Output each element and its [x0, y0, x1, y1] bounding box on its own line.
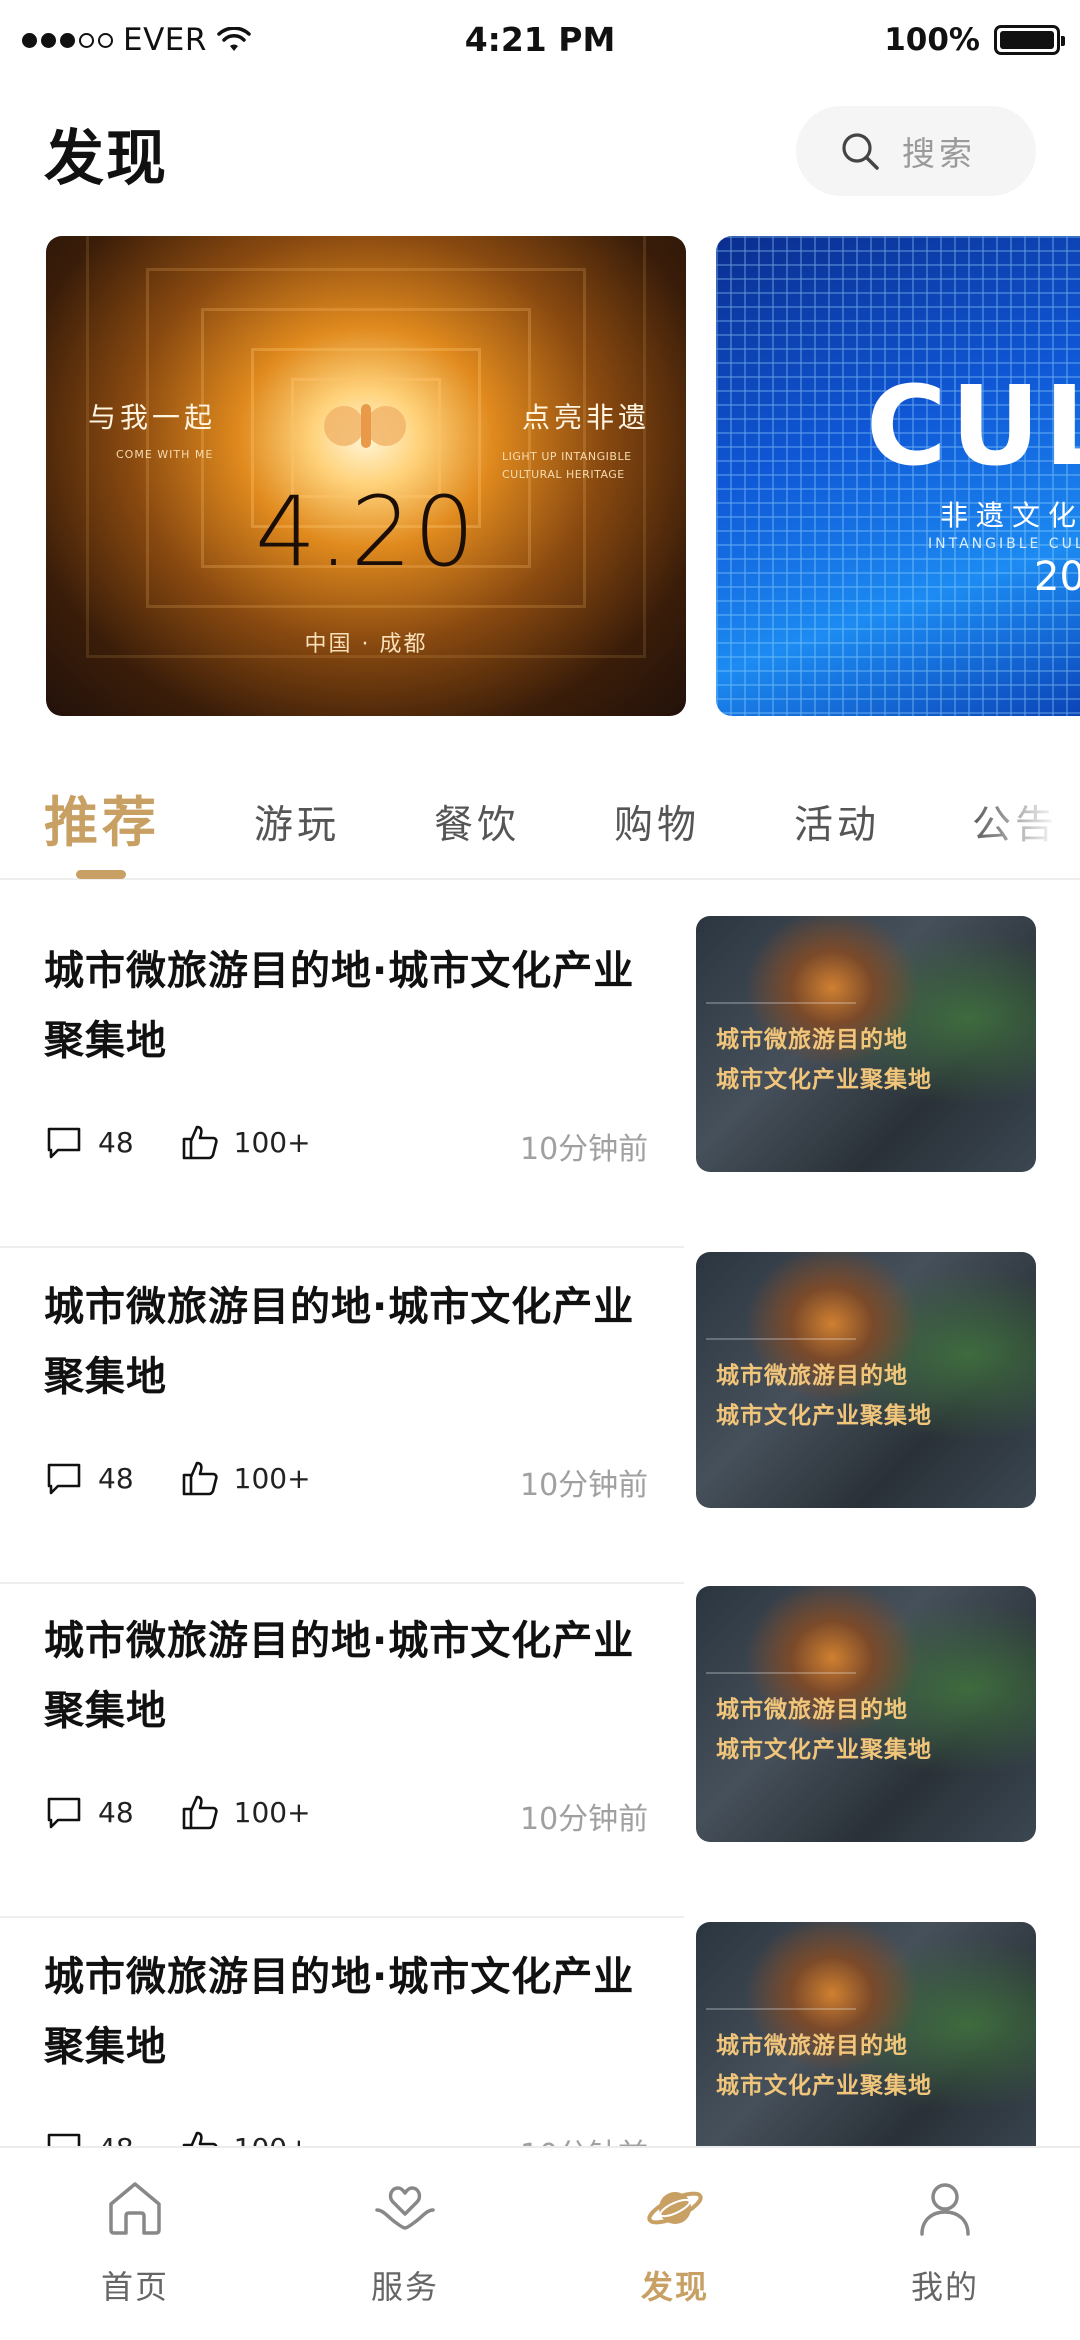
comment-icon	[47, 1463, 81, 1495]
thumbnail-caption: 城市微旅游目的地	[716, 2033, 908, 2059]
banner-card[interactable]: 与我一起 COME WITH ME 点亮非遗 LIGHT UP INTANGIB…	[46, 236, 686, 716]
news-item[interactable]: 城市微旅游目的地·城市文化产业聚集地 48 100+ 10分钟前 城市微旅游目的…	[0, 1582, 1080, 1918]
banner-left-text: 与我一起	[88, 401, 217, 434]
thumbnail-caption: 城市文化产业聚集地	[716, 1403, 932, 1429]
battery-percentage: 100%	[884, 22, 980, 58]
news-item[interactable]: 城市微旅游目的地·城市文化产业聚集地 48 100+ 10分钟前 城市微旅游目的…	[0, 1248, 1080, 1584]
battery-fill	[1000, 31, 1054, 49]
banner-subtitle: 非遗文化	[940, 499, 1080, 532]
comment-count: 48	[98, 1125, 134, 1159]
thumbnail-caption: 城市微旅游目的地	[716, 1697, 908, 1723]
nav-label: 服务	[370, 2268, 439, 2306]
heart-hands-icon	[375, 2186, 435, 2230]
search-button[interactable]: 搜索	[796, 106, 1036, 196]
thumbnail-caption: 城市微旅游目的地	[716, 1027, 908, 1053]
news-time: 10分钟前	[520, 1132, 649, 1167]
banner-headline: CUL	[866, 362, 1080, 490]
news-thumbnail: 城市微旅游目的地 城市文化产业聚集地	[696, 916, 1036, 1172]
nav-label: 首页	[100, 2268, 169, 2306]
comment-icon	[47, 1127, 81, 1159]
like-count: 100+	[233, 1461, 311, 1495]
banner-right-text: 点亮非遗	[521, 401, 650, 434]
comment-icon	[47, 1797, 81, 1829]
tab-scroll-fade	[970, 770, 1080, 870]
like-count: 100+	[233, 1125, 311, 1159]
news-title: 城市微旅游目的地·城市文化产业聚集地	[44, 1954, 635, 2070]
like-count: 100+	[233, 1795, 311, 1829]
bottom-nav: 首页 服务 发现 我的	[0, 2146, 1080, 2340]
banner-left-subtext: COME WITH ME	[116, 448, 214, 461]
category-tabs: 推荐 游玩 餐饮 购物 活动 公告	[0, 770, 1080, 880]
search-icon	[842, 133, 879, 170]
heritage-logo-icon	[324, 404, 406, 448]
like-icon	[182, 1461, 218, 1496]
nav-item-home[interactable]: 首页	[0, 2148, 270, 2340]
like-icon	[182, 1125, 218, 1160]
banner-card[interactable]: CUL 非遗文化 INTANGIBLE CULTU 20	[716, 236, 1080, 716]
news-thumbnail: 城市微旅游目的地 城市文化产业聚集地	[696, 1922, 1036, 2178]
nav-label: 发现	[640, 2268, 709, 2306]
news-thumbnail: 城市微旅游目的地 城市文化产业聚集地	[696, 1252, 1036, 1508]
banner-date: 4.20	[255, 476, 477, 588]
battery-icon	[994, 25, 1065, 55]
search-placeholder: 搜索	[902, 134, 976, 173]
page-title: 发现	[44, 124, 168, 194]
nav-item-services[interactable]: 服务	[270, 2148, 540, 2340]
user-icon	[920, 2183, 970, 2236]
banner-location: 中国 · 成都	[304, 632, 428, 657]
news-meta: 48 100+	[44, 1458, 357, 1498]
tab-food[interactable]: 餐饮	[434, 794, 520, 850]
nav-label: 我的	[910, 2268, 979, 2306]
news-time: 10分钟前	[520, 1468, 649, 1503]
banner-year: 20	[1034, 554, 1080, 600]
tab-shopping[interactable]: 购物	[614, 794, 700, 850]
news-time: 10分钟前	[520, 1802, 649, 1837]
news-thumbnail: 城市微旅游目的地 城市文化产业聚集地	[696, 1586, 1036, 1842]
like-icon	[182, 1795, 218, 1830]
news-title: 城市微旅游目的地·城市文化产业聚集地	[44, 1284, 635, 1400]
thumbnail-caption: 城市文化产业聚集地	[716, 1737, 932, 1763]
home-icon	[109, 2182, 161, 2235]
news-item[interactable]: 城市微旅游目的地·城市文化产业聚集地 48 100+ 10分钟前 城市微旅游目的…	[0, 912, 1080, 1248]
tab-play[interactable]: 游玩	[254, 794, 340, 850]
comment-count: 48	[98, 1795, 134, 1829]
nav-item-me[interactable]: 我的	[810, 2148, 1080, 2340]
thumbnail-caption: 城市文化产业聚集地	[716, 2073, 932, 2099]
news-meta: 48 100+	[44, 1792, 357, 1832]
active-tab-indicator	[76, 870, 126, 879]
banner-en-subtitle: INTANGIBLE CULTU	[928, 536, 1080, 552]
nav-item-discover[interactable]: 发现	[540, 2148, 810, 2340]
tab-events[interactable]: 活动	[794, 794, 880, 850]
news-meta: 48 100+	[44, 1122, 357, 1162]
status-bar-right: 100%	[884, 22, 1065, 58]
status-bar: EVER 4:21 PM 100%	[0, 0, 1080, 84]
news-title: 城市微旅游目的地·城市文化产业聚集地	[44, 948, 635, 1064]
news-title: 城市微旅游目的地·城市文化产业聚集地	[44, 1618, 635, 1734]
thumbnail-caption: 城市微旅游目的地	[716, 1363, 908, 1389]
comment-count: 48	[98, 1461, 134, 1495]
planet-icon	[647, 2191, 703, 2225]
thumbnail-caption: 城市文化产业聚集地	[716, 1067, 932, 1093]
tab-recommend[interactable]: 推荐	[44, 778, 160, 857]
